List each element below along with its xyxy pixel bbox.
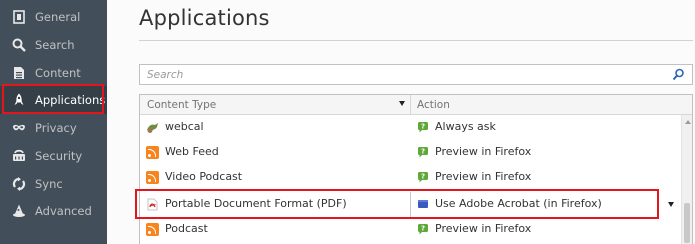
sidebar-item-label: Security	[35, 149, 83, 163]
content-type-label: Web Feed	[165, 145, 219, 158]
webcal-icon	[147, 123, 158, 133]
search-icon[interactable]	[672, 68, 685, 81]
content-type-label: Podcast	[165, 222, 208, 235]
table-scrollbar[interactable]	[681, 115, 692, 244]
sidebar-item-label: Content	[35, 66, 81, 80]
action-label: Preview in Firefox	[435, 170, 532, 183]
table-row[interactable]: Video Podcast ? Preview in Firefox	[140, 165, 680, 190]
action-dropdown-button[interactable]	[662, 198, 680, 212]
scroll-up-icon[interactable]	[685, 120, 691, 124]
action-label: Preview in Firefox	[435, 145, 532, 158]
svg-text:?: ?	[421, 148, 425, 156]
column-header-content-type[interactable]: Content Type	[147, 99, 216, 111]
search-box[interactable]	[139, 64, 693, 85]
page-title: Applications	[139, 6, 270, 30]
security-icon	[11, 148, 27, 164]
feed-icon	[146, 171, 159, 184]
sidebar-item-search[interactable]: Search	[0, 31, 107, 59]
content-icon	[11, 65, 27, 81]
column-header-action[interactable]: Action	[417, 99, 450, 111]
sync-icon	[11, 176, 27, 192]
sidebar: General Search Content Applications Priv…	[0, 0, 107, 244]
action-label: Always ask	[435, 120, 496, 133]
sidebar-item-label: Privacy	[35, 121, 77, 135]
pdf-row-highlight-box	[135, 189, 659, 219]
wizard-hat-icon	[11, 203, 27, 219]
ask-icon: ?	[418, 122, 428, 133]
sidebar-item-privacy[interactable]: Privacy	[0, 114, 107, 142]
search-icon	[11, 37, 27, 53]
column-separator[interactable]	[410, 95, 411, 115]
preview-icon: ?	[418, 224, 428, 235]
feed-icon	[146, 223, 159, 236]
sidebar-item-label: General	[35, 10, 81, 24]
applications-highlight-box	[2, 84, 104, 114]
sidebar-item-label: Sync	[35, 177, 63, 191]
sort-arrow-icon[interactable]	[399, 101, 405, 106]
sidebar-item-security[interactable]: Security	[0, 142, 107, 170]
title-divider	[139, 40, 693, 41]
sidebar-item-general[interactable]: General	[0, 3, 107, 31]
sidebar-item-advanced[interactable]: Advanced	[0, 197, 107, 225]
preview-icon: ?	[418, 147, 428, 158]
svg-text:?: ?	[421, 173, 425, 181]
table-row[interactable]: Web Feed ? Preview in Firefox	[140, 140, 680, 165]
general-icon	[11, 9, 27, 25]
scrollbar-thumb[interactable]	[684, 203, 690, 243]
table-row[interactable]: webcal ? Always ask	[140, 115, 680, 140]
search-input[interactable]	[147, 68, 667, 81]
main-panel: Applications Content Type Action webcal …	[107, 0, 695, 244]
applications-table: Content Type Action webcal ? Always ask …	[139, 94, 693, 244]
feed-icon	[146, 146, 159, 159]
sidebar-item-content[interactable]: Content	[0, 59, 107, 87]
content-type-label: webcal	[165, 120, 204, 133]
content-type-label: Video Podcast	[165, 170, 243, 183]
svg-text:?: ?	[421, 123, 425, 131]
preview-icon: ?	[418, 172, 428, 183]
action-label: Preview in Firefox	[435, 222, 532, 235]
table-row[interactable]: Podcast ? Preview in Firefox	[140, 217, 680, 242]
sidebar-item-label: Search	[35, 38, 75, 52]
svg-text:?: ?	[421, 225, 425, 233]
table-header: Content Type Action	[140, 95, 692, 115]
sidebar-item-label: Advanced	[35, 204, 92, 218]
mask-icon	[11, 120, 27, 136]
sidebar-item-sync[interactable]: Sync	[0, 170, 107, 198]
